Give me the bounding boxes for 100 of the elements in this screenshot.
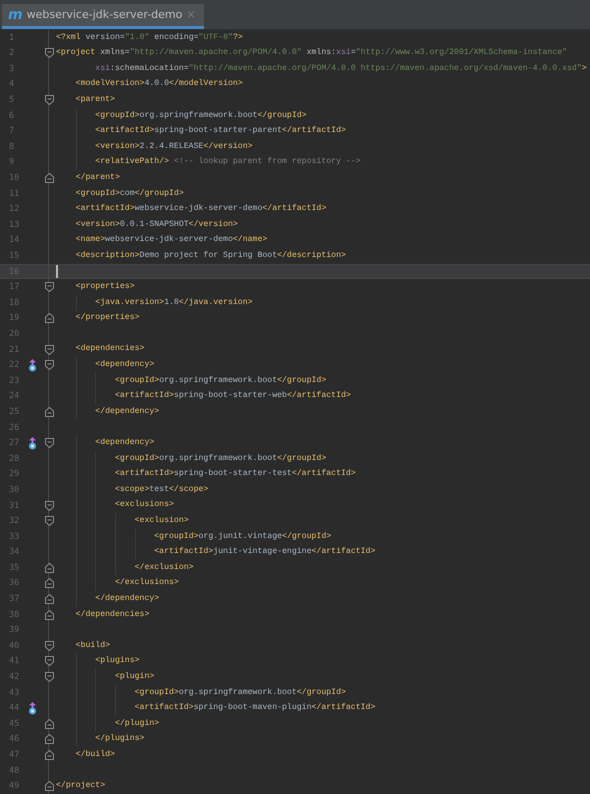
tab-title: webservice-jdk-server-demo [26, 8, 182, 22]
line-number: 5 [8, 95, 16, 106]
line-number: 19 [8, 313, 20, 324]
code-text: <name>webservice-jdk-server-demo</name> [74, 236, 268, 245]
fold-end-icon[interactable] [44, 781, 54, 792]
code-text: <dependency> [94, 439, 154, 448]
fold-icon[interactable] [44, 516, 54, 526]
code-text: <version>0.0.1-SNAPSHOT</version> [74, 220, 238, 229]
code-text: </build> [74, 750, 115, 760]
line-number: 9 [8, 157, 16, 168]
line-number: 31 [8, 500, 20, 511]
code-text: <version>2.2.4.RELEASE</version> [94, 142, 253, 151]
code-text: </dependency> [94, 594, 160, 604]
line-number: 10 [8, 173, 20, 184]
code-text: <groupId>org.springframework.boot</groupId> [134, 688, 346, 697]
fold-end-icon[interactable] [44, 173, 54, 184]
code-text: <scope>test</scope> [114, 486, 208, 494]
override-marker-icon[interactable] [28, 436, 36, 450]
fold-end-icon[interactable] [44, 562, 54, 573]
code-text: <modelVersion>4.0.0</modelVersion> [74, 80, 243, 89]
line-number: 12 [8, 204, 20, 214]
line-number: 1 [8, 32, 16, 43]
line-number: 7 [8, 126, 16, 136]
line-number: 44 [8, 703, 20, 714]
fold-icon[interactable] [44, 282, 54, 292]
fold-end-icon[interactable] [44, 594, 54, 604]
code-text: </exclusion> [134, 564, 194, 572]
fold-icon[interactable] [44, 95, 54, 106]
code-text: <groupId>org.junit.vintage</groupId> [153, 532, 332, 541]
line-number: 41 [8, 656, 20, 666]
code-text: </dependency> [94, 408, 160, 416]
text-caret [56, 265, 58, 278]
code-text: <project xmlns="http://maven.apache.org/POM/4.0.0" xmlns:xsi="http://www.w3.org/2001/XMLSchema-instance" [56, 49, 568, 58]
line-number: 3 [8, 64, 16, 74]
code-text: <dependencies> [74, 345, 144, 354]
code-text: xsi:schemaLocation="http://maven.apache.org/POM/4.0.0 https://maven.apache.org/xsd/maven-4.0.0.xsd"> [94, 64, 587, 73]
line-number: 6 [8, 110, 16, 121]
editor-tab[interactable]: m webservice-jdk-server-demo × [2, 4, 204, 29]
line-number: 14 [8, 235, 20, 246]
fold-end-icon[interactable] [44, 750, 54, 760]
code-text: <artifactId>spring-boot-starter-web</artifactId> [114, 392, 351, 400]
line-number: 36 [8, 578, 20, 588]
code-text: <groupId>org.springframework.boot</groupId> [114, 376, 326, 385]
line-number: 17 [8, 282, 20, 292]
line-number: 24 [8, 391, 20, 402]
line-number: 8 [8, 142, 16, 152]
fold-icon[interactable] [44, 672, 54, 682]
code-text: </project> [56, 782, 106, 790]
code-text: <plugin> [114, 672, 154, 682]
code-text: <artifactId>junit-vintage-engine</artifactId> [153, 548, 376, 556]
fold-icon[interactable] [44, 656, 54, 666]
line-number: 40 [8, 640, 20, 651]
code-text: <groupId>org.springframework.boot</groupId> [114, 454, 326, 463]
code-text: <dependency> [94, 361, 154, 370]
code-text: <exclusion> [134, 517, 189, 526]
fold-icon[interactable] [44, 438, 54, 448]
fold-icon[interactable] [44, 360, 54, 370]
code-text: <artifactId>webservice-jdk-server-demo</artifactId> [74, 205, 326, 214]
line-number: 30 [8, 484, 20, 495]
code-text: <java.version>1.8</java.version> [94, 298, 253, 307]
line-number: 29 [8, 469, 20, 480]
code-text: <exclusions> [114, 501, 174, 510]
override-marker-icon[interactable] [28, 702, 36, 715]
line-number: 32 [8, 516, 20, 526]
line-number: 13 [8, 220, 20, 230]
line-number: 43 [8, 688, 20, 698]
code-text: </plugins> [94, 735, 144, 744]
fold-icon[interactable] [44, 344, 54, 355]
fold-end-icon[interactable] [44, 718, 54, 729]
line-number: 47 [8, 750, 20, 760]
line-number: 33 [8, 532, 20, 542]
line-number: 11 [8, 188, 20, 199]
code-text: <groupId>com</groupId> [74, 190, 184, 198]
code-text: <artifactId>spring-boot-maven-plugin</artifactId> [134, 704, 376, 712]
fold-end-icon[interactable] [44, 406, 54, 417]
override-marker-icon[interactable] [28, 358, 36, 372]
code-text: </parent> [74, 174, 120, 182]
fold-icon[interactable] [44, 500, 54, 511]
line-number: 20 [8, 328, 20, 339]
line-number: 28 [8, 454, 20, 464]
code-text: <plugins> [94, 657, 140, 666]
line-number: 45 [8, 718, 20, 729]
fold-end-icon[interactable] [44, 313, 54, 324]
line-number: 2 [8, 48, 16, 58]
line-number: 23 [8, 376, 20, 386]
code-text: </plugin> [114, 720, 160, 728]
fold-icon[interactable] [44, 640, 54, 651]
line-number: 39 [8, 625, 20, 636]
fold-end-icon[interactable] [44, 578, 54, 588]
file-type-icon: m [8, 8, 23, 22]
code-text: </properties> [74, 314, 140, 322]
line-number: 18 [8, 298, 20, 308]
line-number: 35 [8, 562, 20, 573]
line-number: 27 [8, 438, 20, 448]
fold-end-icon[interactable] [44, 734, 54, 744]
code-text: <?xml version="1.0" encoding="UTF-8"?> [56, 34, 243, 42]
fold-end-icon[interactable] [44, 610, 54, 620]
line-number: 15 [8, 251, 20, 262]
fold-icon[interactable] [44, 48, 54, 58]
code-text: <build> [74, 642, 110, 650]
